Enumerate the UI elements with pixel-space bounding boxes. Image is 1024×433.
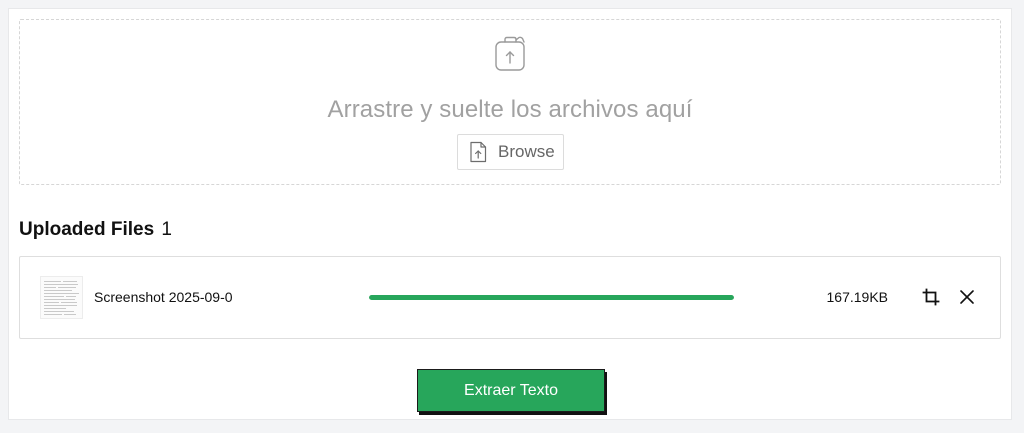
- file-name: Screenshot 2025-09-0: [94, 289, 233, 305]
- upload-progress-fill: [369, 295, 734, 300]
- uploaded-files-count: 1: [161, 219, 172, 240]
- dropzone-instruction: Arrastre y suelte los archivos aquí: [327, 96, 693, 123]
- extract-text-button[interactable]: Extraer Texto: [417, 369, 605, 412]
- file-row: Screenshot 2025-09-0 167.19KB: [19, 256, 1001, 339]
- file-size: 167.19KB: [826, 289, 889, 305]
- crop-icon[interactable]: [920, 286, 942, 308]
- file-upload-icon: [470, 141, 487, 163]
- remove-file-icon[interactable]: [956, 286, 978, 308]
- browse-label: Browse: [498, 142, 555, 161]
- upload-file-icon: [494, 36, 528, 72]
- file-thumbnail: [40, 276, 83, 319]
- browse-button[interactable]: Browse: [457, 134, 564, 170]
- upload-panel: Arrastre y suelte los archivos aquí Brow…: [8, 8, 1012, 420]
- uploaded-files-heading: Uploaded Files 1: [19, 219, 172, 241]
- upload-progress-bar: [369, 295, 734, 300]
- uploaded-files-title: Uploaded Files: [19, 219, 155, 240]
- file-dropzone[interactable]: Arrastre y suelte los archivos aquí Brow…: [19, 19, 1001, 185]
